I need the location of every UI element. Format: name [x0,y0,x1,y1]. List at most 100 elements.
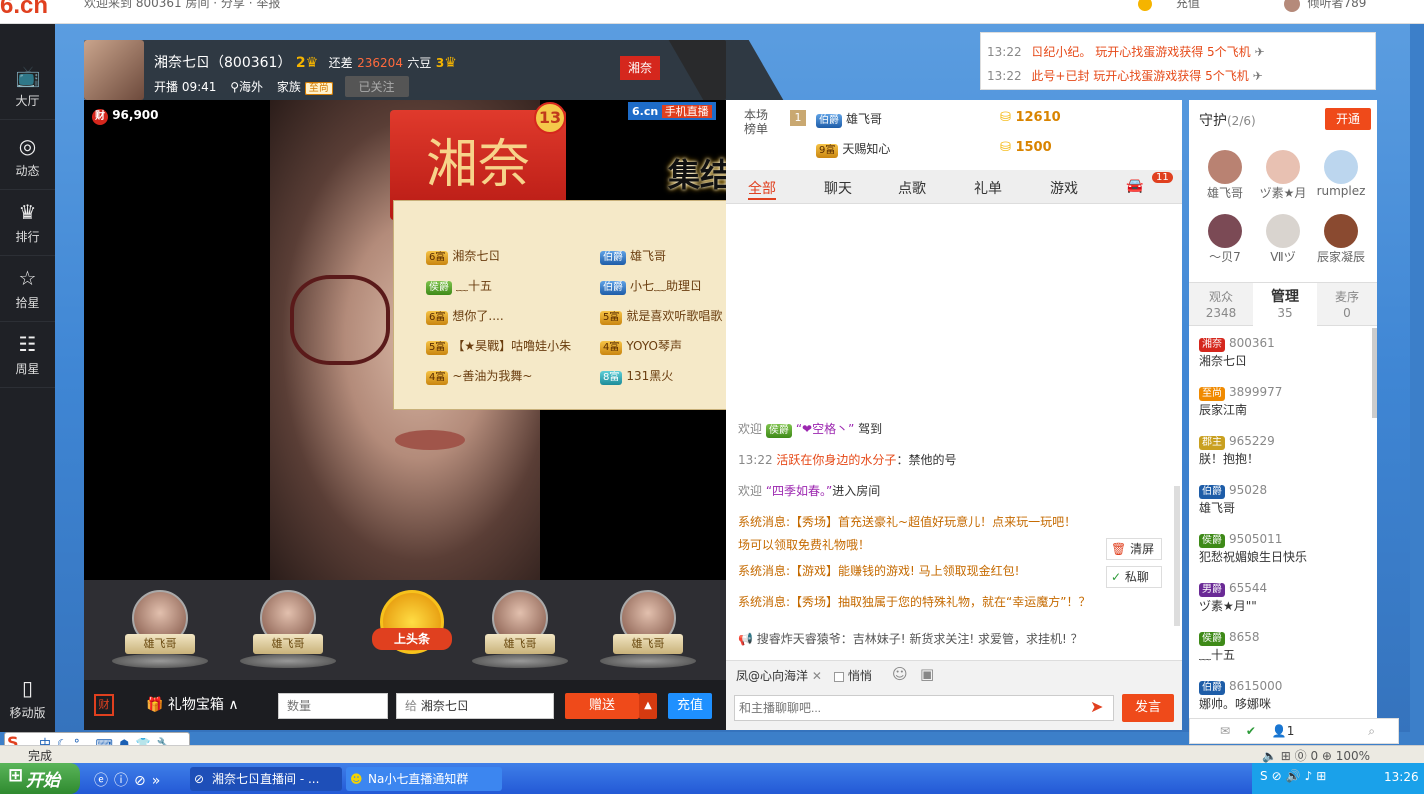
user-list-item[interactable]: 湘奈 800361 湘奈七ㄖ [1199,336,1377,380]
guard-member[interactable]: Ⅶヅ [1257,214,1309,265]
rank-row[interactable]: 9富 天赐知心 [816,140,890,158]
guard-member[interactable]: 雄飞哥 [1199,150,1251,201]
nav-item-hall[interactable]: 📺 大厅 [0,54,55,120]
emoji-icon[interactable]: ☺ [892,665,908,683]
chat-scrollbar[interactable] [1174,486,1180,626]
follow-button[interactable]: 已关注 [344,76,409,97]
recharge-button[interactable]: 充值 [668,693,712,719]
fan-entry[interactable]: 伯爵 雄飞哥 [600,247,666,265]
family-badge[interactable]: 至尚 [304,82,333,95]
mail-icon[interactable]: ✉ [1220,724,1230,738]
fan-entry[interactable]: 6富 想你了.... [426,307,504,325]
site-logo[interactable]: 6.cn [0,0,48,20]
rank-row[interactable]: 伯爵 雄飞哥 [816,110,882,128]
user-name[interactable]: 倾听者789 [1308,0,1367,10]
tab-chat[interactable]: 聊天 [824,178,852,198]
nav-item-dynamic[interactable]: ◎ 动态 [0,124,55,190]
plane-icon: ✈ [1252,69,1263,83]
image-icon[interactable]: ▣ [920,665,934,683]
user-avatar[interactable] [1283,0,1300,12]
user-name: ヅ素★月"" [1199,599,1257,613]
user-list-item[interactable]: 侯爵 8658 ﹏十五 [1199,630,1377,674]
anchor-avatar[interactable] [84,40,144,100]
tab-mic-queue[interactable]: 麦序 0 [1317,289,1377,321]
chat-msg: 系统消息:【秀场】首充送豪礼~超值好玩意儿！点来玩一玩吧！ [738,515,1077,529]
search-icon[interactable]: ⌕ [1368,724,1375,738]
user-list-item[interactable]: 伯爵 8615000 娜帅。哆娜咪 [1199,679,1377,723]
send-message-button[interactable]: 发言 [1122,694,1174,722]
private-chat-button[interactable]: ✓ 私聊 [1106,566,1162,588]
car-icon[interactable]: 🚘 [1126,178,1143,194]
start-button[interactable]: ⊞ 开始 [0,763,80,794]
tab-songs[interactable]: 点歌 [898,178,926,198]
tab-games[interactable]: 游戏 [1050,178,1078,198]
guard-member[interactable]: 辰家凝辰 [1315,214,1367,265]
nav-item-star[interactable]: ☆ 拾星 [0,256,55,322]
fan-name: 想你了.... [452,309,504,323]
user-list-item[interactable]: 男爵 65544 ヅ素★月"" [1199,581,1377,625]
guard-seat[interactable]: 雄飞哥 [240,590,336,670]
open-guard-button[interactable]: 开通 [1325,108,1371,130]
quick-launch[interactable]: ⓔⓘ⊘» [94,770,166,790]
user-list-item[interactable]: 伯爵 95028 雄飞哥 [1199,483,1377,527]
chat-msg: 场可以领取免费礼物哦！ [738,538,871,552]
clear-button[interactable]: 🗑 清屏 [1106,538,1162,560]
paper-plane-icon[interactable]: ➤ [1090,697,1103,716]
anchor-header: 湘奈七ㄖ（800361） 2♛ 还差 236204 六豆 3♛ 开播 09:41… [84,40,784,100]
send-gift-button[interactable]: 赠送 [565,693,639,719]
user-list-item[interactable]: 郡主 965229 朕！抱抱！ [1199,434,1377,478]
fan-entry[interactable]: 5富 【★昊戰】咕噜娃小朱 [426,337,571,355]
tray-icons[interactable]: S⊘🔊♪⊞ [1260,769,1330,783]
guard-member[interactable]: ヅ素★月 [1257,150,1309,201]
flag-count-badge: 13 [534,102,566,134]
guard-seat[interactable]: 雄飞哥 [112,590,208,670]
nav-item-week[interactable]: ☷ 周星 [0,322,55,388]
fan-entry[interactable]: 4富 YOYO琴声 [600,337,682,355]
fan-entry[interactable]: 6富 湘奈七ㄖ [426,247,500,265]
person-icon[interactable]: 👤 [1272,724,1287,738]
rank-badge: 5富 [600,311,623,325]
fan-entry[interactable]: 伯爵 小七﹏助理ㄖ [600,277,702,295]
fan-entry[interactable]: 侯爵 ﹏十五 [426,277,492,295]
fan-entry[interactable]: 8富 131黑火 [600,367,673,385]
recipient-select[interactable]: 给 湘奈七ㄖ [396,693,554,719]
chat-msg: 📢 搜睿炸天睿猿爷：吉林妹子! 新货求关注! 求爱管，求挂机! ？ [738,632,1083,646]
chat-input[interactable] [734,695,1114,721]
headline-button[interactable]: 上头条 [364,590,460,670]
guard-seat[interactable]: 雄飞哥 [472,590,568,670]
fan-entry[interactable]: 5富 就是喜欢听歌唱歌 [600,307,722,325]
fan-entry[interactable]: 4富 ~善油为我舞~ [426,367,533,385]
trash-icon: 🗑 [1111,542,1127,556]
tab-admins[interactable]: 管理 35 [1253,283,1317,327]
user-list-item[interactable]: 至尚 3899977 辰家江南 [1199,385,1377,429]
treasure-button[interactable]: 🎁 礼物宝箱 ∧ [146,694,239,714]
nav-item-mobile[interactable]: ▯ 移动版 [0,672,55,726]
fan-name: 湘奈七ㄖ [452,249,501,263]
user-list-scrollbar[interactable] [1372,328,1377,418]
send-dropdown-button[interactable]: ▲ [639,693,657,719]
tab-gifts[interactable]: 礼单 [974,178,1002,198]
user-list-item[interactable]: 侯爵 9505011 犯愁祝媚娘生日快乐 [1199,532,1377,576]
task-qq-group[interactable]: ☻ Na小七直播通知群 [346,767,502,791]
rank-badge: 伯爵 [600,281,626,295]
quantity-input[interactable] [278,693,388,719]
gift-icon: 🎁 [146,697,164,713]
recharge-link[interactable]: 充值 [1176,0,1200,10]
chat-target[interactable]: 凤@心向海洋 ✕ [736,667,822,684]
user-id: 65544 [1229,581,1268,595]
tab-audience[interactable]: 观众 2348 [1189,289,1253,321]
phone-icon: ▯ [21,676,33,700]
check-circle-icon[interactable]: ✔ [1246,724,1256,738]
guard-member[interactable]: ～贝7 [1199,214,1251,265]
wealth-icon[interactable]: 财 [94,694,114,716]
nav-item-rank[interactable]: ♛ 排行 [0,190,55,256]
tab-all[interactable]: 全部 [748,178,776,200]
mini-toolbar: ✉ ✔ 👤1 ⌕ [1189,718,1399,744]
guard-member[interactable]: rumplez [1315,150,1367,198]
chat-msg: 13:22 活跃在你身边的水分子：禁他的号 [738,453,957,467]
task-browser[interactable]: ⊘ 湘奈七ㄖ直播间 - ... [190,767,342,791]
quiet-checkbox[interactable]: 悄悄 [834,667,872,684]
system-tray: S⊘🔊♪⊞ 13:26 [1252,763,1424,794]
guard-seat[interactable]: 雄飞哥 [600,590,696,670]
coin-icon[interactable] [1138,0,1152,11]
